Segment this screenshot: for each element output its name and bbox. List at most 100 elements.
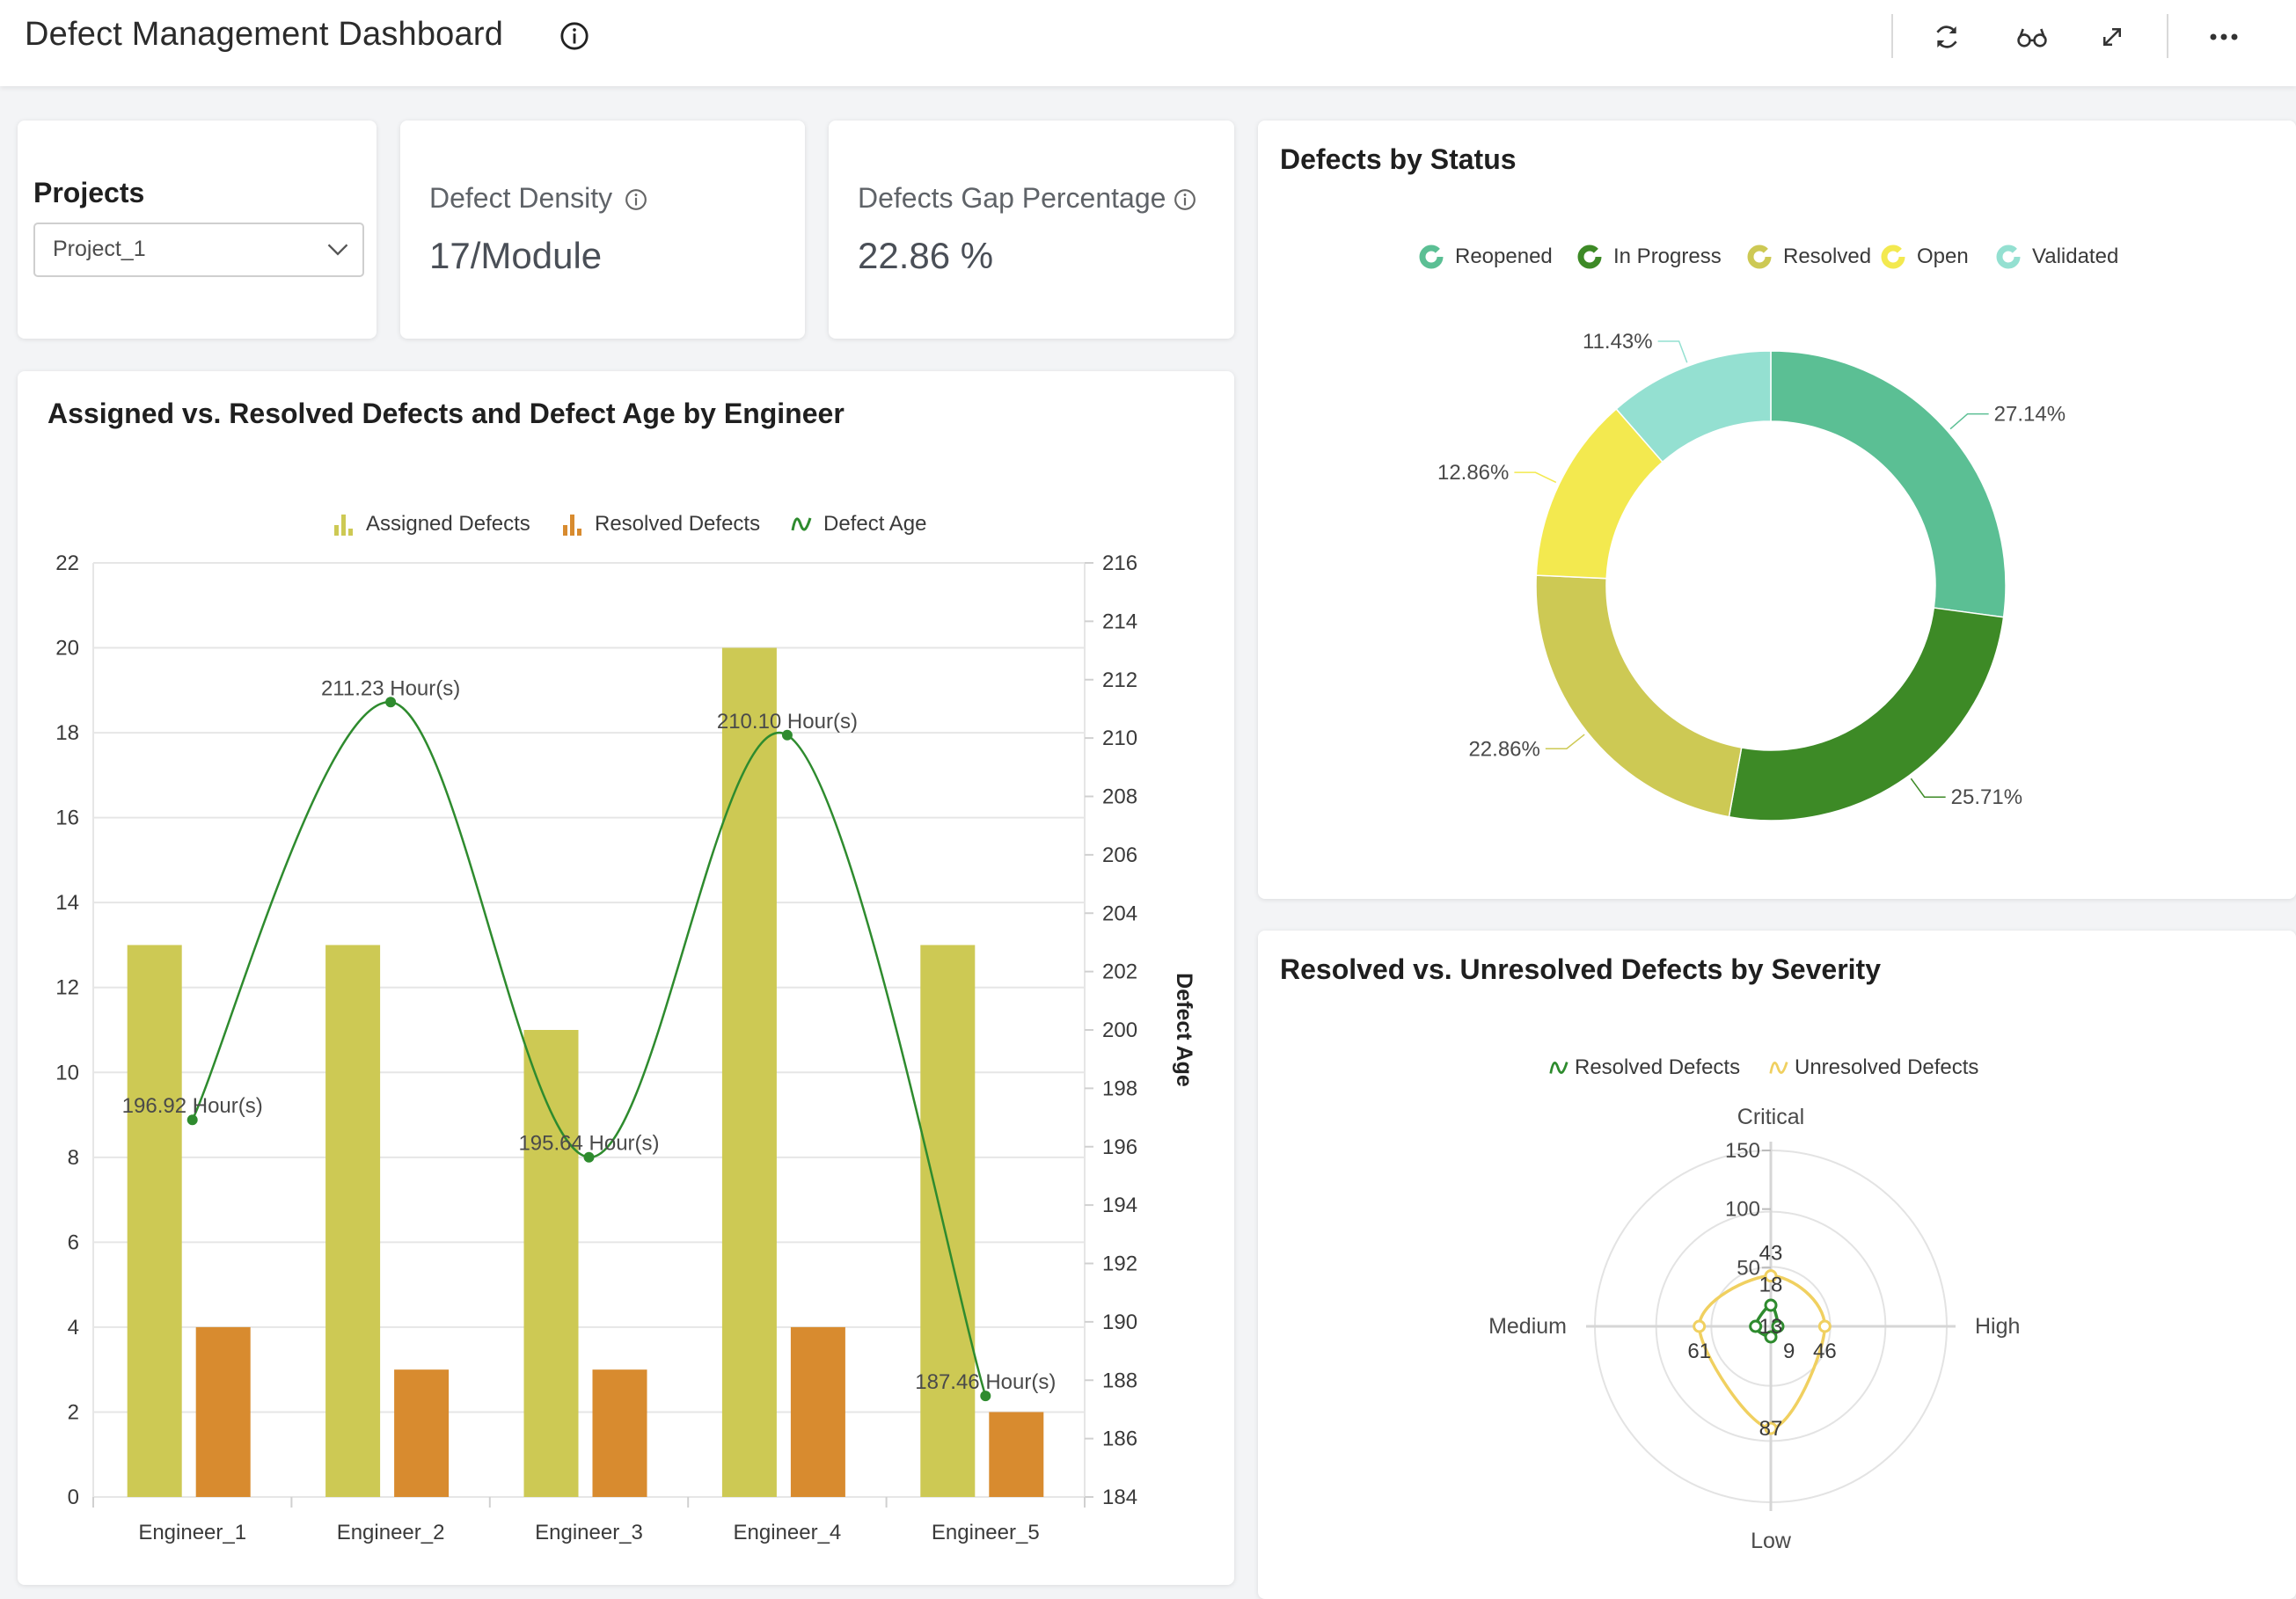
- header-divider: [2167, 14, 2168, 58]
- right-axis-tick-label: 208: [1102, 785, 1137, 809]
- radar-tick-label: 100: [1725, 1198, 1760, 1222]
- assigned-defects-bar: [920, 945, 976, 1497]
- defect-age-line: [191, 701, 987, 1397]
- glasses-icon: [2017, 28, 2047, 47]
- right-axis-tick-label: 184: [1102, 1486, 1137, 1509]
- defect-density-value: 17/Module: [429, 235, 603, 276]
- project-dropdown[interactable]: Project_1: [33, 223, 364, 277]
- donut-label-connector: [1910, 778, 1946, 798]
- right-axis-tick-label: 204: [1102, 902, 1137, 925]
- refresh-button[interactable]: [1929, 19, 1964, 55]
- radar-category-label: High: [1975, 1314, 2020, 1339]
- expand-icon: [2103, 28, 2121, 46]
- view-mode-button[interactable]: [2014, 19, 2050, 55]
- dashboard-header: Defect Management Dashboard: [0, 0, 2296, 86]
- left-axis-tick-label: 4: [68, 1316, 79, 1340]
- radar-data-label: 13: [1759, 1315, 1783, 1339]
- right-axis-tick-label: 214: [1102, 610, 1137, 633]
- right-axis-tick-label: 200: [1102, 1019, 1137, 1042]
- donut-data-label: 25.71%: [1951, 785, 2022, 809]
- defects-gap-card: Defects Gap Percentage 22.86 %: [829, 120, 1234, 339]
- radar-data-label: 18: [1759, 1274, 1783, 1297]
- info-icon[interactable]: [559, 21, 589, 51]
- left-axis-tick-label: 6: [68, 1230, 79, 1254]
- right-axis-tick-label: 212: [1102, 668, 1137, 692]
- status-chart-card: Defects by Status Reopened In Progress Res…: [1258, 120, 2296, 899]
- assigned-defects-bar: [127, 945, 182, 1497]
- donut-label-connector: [1949, 413, 1989, 430]
- refresh-icon: [1936, 26, 1957, 48]
- projects-card: Projects Project_1: [18, 120, 377, 339]
- chevron-down-icon: [327, 244, 348, 256]
- donut-data-label: 12.86%: [1437, 461, 1509, 485]
- more-icon: [2210, 33, 2238, 40]
- severity-radar-chart: 50 100 150 Critical High Low Medium 43 46 87 61 18 9…: [1488, 1105, 2020, 1553]
- right-axis-title: Defect Age: [1172, 973, 1196, 1087]
- donut-slice-resolved: [1535, 574, 1743, 818]
- unresolved-defects-point: [1817, 1319, 1832, 1333]
- radar-tick-label: 50: [1737, 1256, 1760, 1280]
- x-axis-tick-label: Engineer_4: [734, 1521, 842, 1544]
- left-axis-tick-label: 14: [55, 891, 79, 915]
- resolved-defects-bar: [592, 1369, 647, 1497]
- radar-tick-label: 150: [1725, 1139, 1760, 1163]
- resolved-defects-point: [1764, 1298, 1778, 1312]
- radar-category-label: Low: [1751, 1529, 1792, 1553]
- right-axis-tick-label: 188: [1102, 1369, 1137, 1392]
- defect-age-data-label: 210.10 Hour(s): [717, 710, 858, 734]
- donut-data-label: 22.86%: [1468, 737, 1539, 761]
- defect-age-data-label: 187.46 Hour(s): [915, 1370, 1056, 1394]
- right-axis-tick-label: 202: [1102, 960, 1137, 984]
- defect-density-card: Defect Density 17/Module: [400, 120, 805, 339]
- assigned-defects-bar: [721, 647, 777, 1497]
- assigned-defects-bar: [523, 1030, 579, 1497]
- resolved-defects-bar: [790, 1326, 845, 1497]
- donut-label-connector: [1514, 471, 1557, 484]
- right-axis-tick-label: 190: [1102, 1311, 1137, 1334]
- right-axis-tick-label: 192: [1102, 1252, 1137, 1276]
- left-axis-tick-label: 8: [68, 1146, 79, 1170]
- left-axis-tick-label: 18: [55, 721, 79, 745]
- defect-age-data-label: 195.64 Hour(s): [518, 1132, 659, 1156]
- resolved-defects-bar: [394, 1369, 450, 1497]
- right-axis-tick-label: 196: [1102, 1135, 1137, 1159]
- donut-slice-reopened: [1770, 350, 2007, 618]
- engineer-chart-plot: 0 2 4 6 8 10 12 14 16 18 20 22 184 186 188 190 192 194 196…: [55, 551, 1196, 1544]
- donut-data-label: 27.14%: [1994, 403, 2066, 427]
- defects-gap-value: 22.86 %: [858, 235, 994, 276]
- left-axis-tick-label: 16: [55, 807, 79, 830]
- radar-data-label: 46: [1813, 1340, 1837, 1363]
- donut-label-connector: [1545, 734, 1585, 750]
- left-axis-tick-label: 0: [68, 1486, 79, 1509]
- radar-data-label: 9: [1783, 1340, 1795, 1363]
- right-axis-tick-label: 198: [1102, 1077, 1137, 1100]
- defects-gap-label: Defects Gap Percentage: [858, 182, 1166, 214]
- severity-chart-card: Resolved vs. Unresolved Defects by Sever…: [1258, 931, 2296, 1599]
- info-icon[interactable]: [625, 188, 647, 211]
- radar-data-label: 87: [1759, 1417, 1783, 1441]
- x-axis-tick-label: Engineer_3: [535, 1521, 643, 1544]
- defect-age-data-label: 196.92 Hour(s): [122, 1094, 263, 1118]
- projects-label: Projects: [33, 177, 145, 208]
- left-axis-tick-label: 2: [68, 1400, 79, 1424]
- donut-label-connector: [1657, 340, 1688, 363]
- radar-data-label: 43: [1759, 1242, 1783, 1266]
- x-axis-tick-label: Engineer_1: [138, 1521, 246, 1544]
- right-axis-tick-label: 206: [1102, 843, 1137, 867]
- page-title: Defect Management Dashboard: [25, 16, 504, 53]
- right-axis-tick-label: 216: [1102, 551, 1137, 575]
- info-icon[interactable]: [1174, 188, 1196, 211]
- left-axis-tick-label: 12: [55, 976, 79, 1000]
- defect-density-label: Defect Density: [429, 182, 613, 214]
- header-divider: [1891, 14, 1893, 58]
- right-axis-tick-label: 210: [1102, 726, 1137, 750]
- defect-age-data-label: 211.23 Hour(s): [321, 676, 460, 700]
- resolved-defects-bar: [195, 1326, 251, 1497]
- unresolved-defects-point: [1693, 1319, 1707, 1333]
- radar-data-label: 61: [1687, 1340, 1711, 1363]
- more-options-button[interactable]: [2206, 19, 2241, 55]
- fullscreen-button[interactable]: [2095, 19, 2130, 55]
- status-donut-chart: 27.14% 25.71% 22.86% 12.86% 11.43%: [1437, 330, 2066, 821]
- radar-category-label: Critical: [1737, 1105, 1804, 1129]
- project-dropdown-value: Project_1: [53, 237, 146, 261]
